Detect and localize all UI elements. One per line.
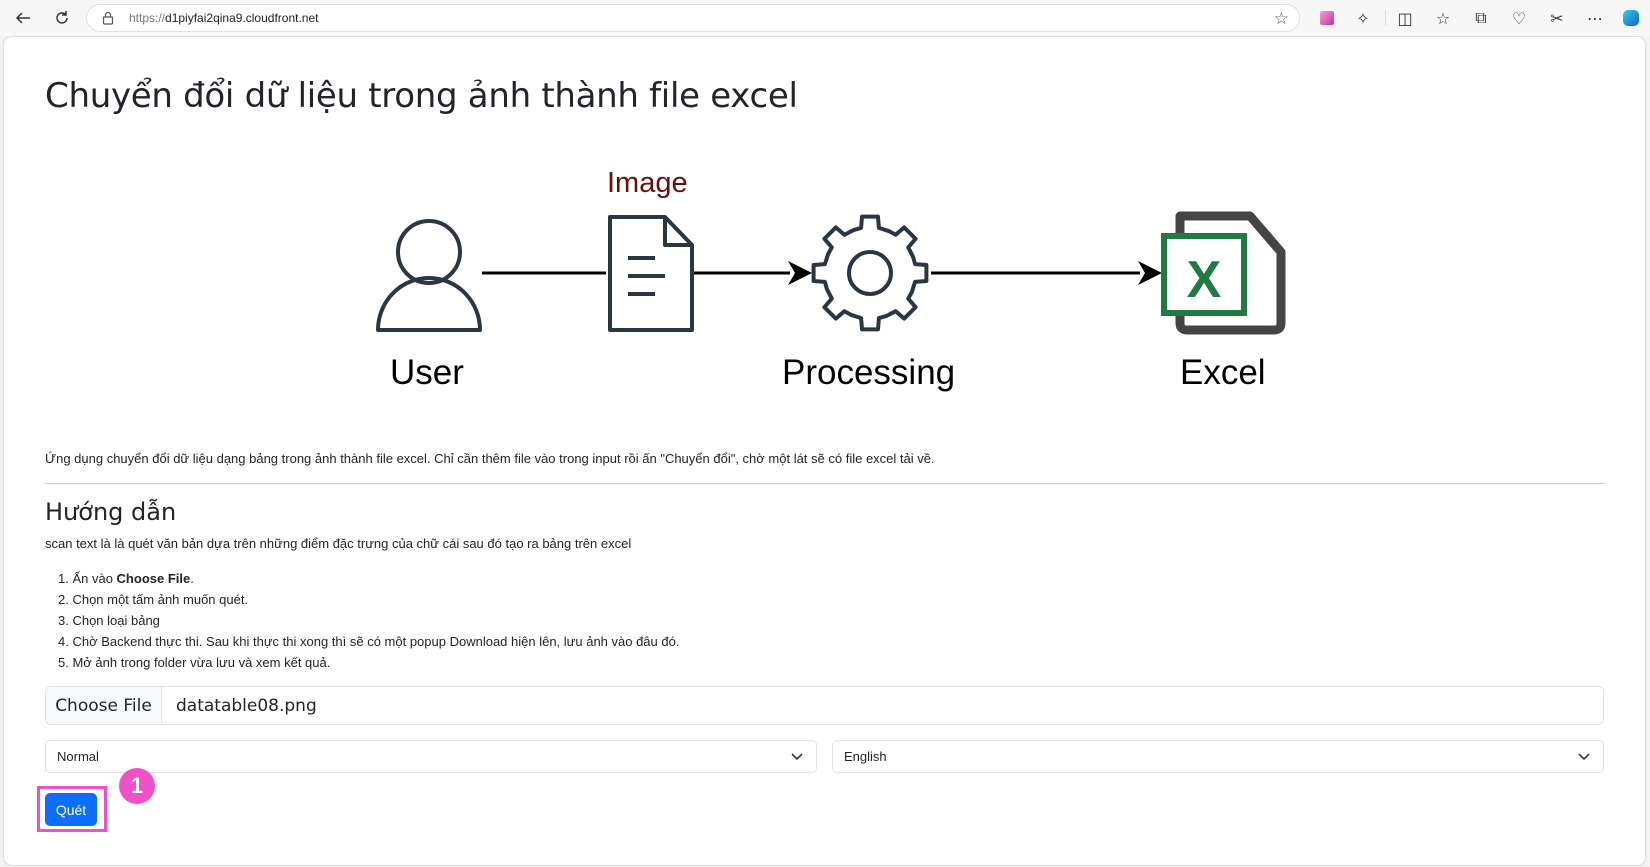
user-icon	[376, 219, 482, 332]
step-item: 1. Ấn vào Choose File.	[58, 570, 679, 591]
svg-text:X: X	[1187, 251, 1222, 309]
step-text: 1. Ấn vào	[58, 571, 117, 586]
step-bold-text: Choose File	[116, 571, 191, 586]
arrow-head	[788, 261, 812, 285]
scan-button[interactable]: Quét	[45, 793, 97, 826]
language-select[interactable]: English	[832, 740, 1604, 773]
document-icon	[608, 215, 694, 332]
step-item: 5. Mở ảnh trong folder vừa lưu và xem kế…	[58, 655, 331, 670]
file-input[interactable]: Choose File datatable08.png	[45, 686, 1604, 725]
processing-label: Processing	[782, 353, 956, 392]
app-description: Ứng dụng chuyển đổi dữ liệu dạng bảng tr…	[45, 451, 935, 466]
excel-label: Excel	[1180, 353, 1266, 392]
step-item: 2. Chọn một tấm ảnh muốn quét.	[58, 592, 249, 607]
table-type-select[interactable]: Normal	[45, 740, 817, 773]
annotation-step-badge: 1	[119, 768, 155, 804]
gear-icon	[811, 214, 929, 332]
excel-icon: X	[1161, 211, 1286, 335]
divider	[45, 483, 1604, 484]
file-name: datatable08.png	[176, 695, 317, 716]
guide-steps: 1. Ấn vào Choose File. 2. Chọn một tấm ả…	[58, 570, 679, 675]
step-item: 3. Chọn loại bảng	[58, 613, 160, 628]
guide-intro: scan text là là quét văn bản dựa trên nh…	[45, 536, 632, 551]
arrow-head	[1138, 261, 1162, 285]
chevron-down-icon	[1578, 753, 1590, 761]
guide-heading: Hướng dẫn	[45, 498, 177, 526]
step-item: 4. Chờ Backend thực thi. Sau khi thực th…	[58, 634, 680, 649]
table-type-value: Normal	[57, 749, 99, 764]
choose-file-button[interactable]: Choose File	[46, 687, 162, 724]
user-label: User	[390, 353, 464, 392]
step-text: .	[190, 571, 194, 586]
language-value: English	[844, 749, 887, 764]
chevron-down-icon	[791, 753, 803, 761]
image-label: Image	[607, 167, 688, 199]
